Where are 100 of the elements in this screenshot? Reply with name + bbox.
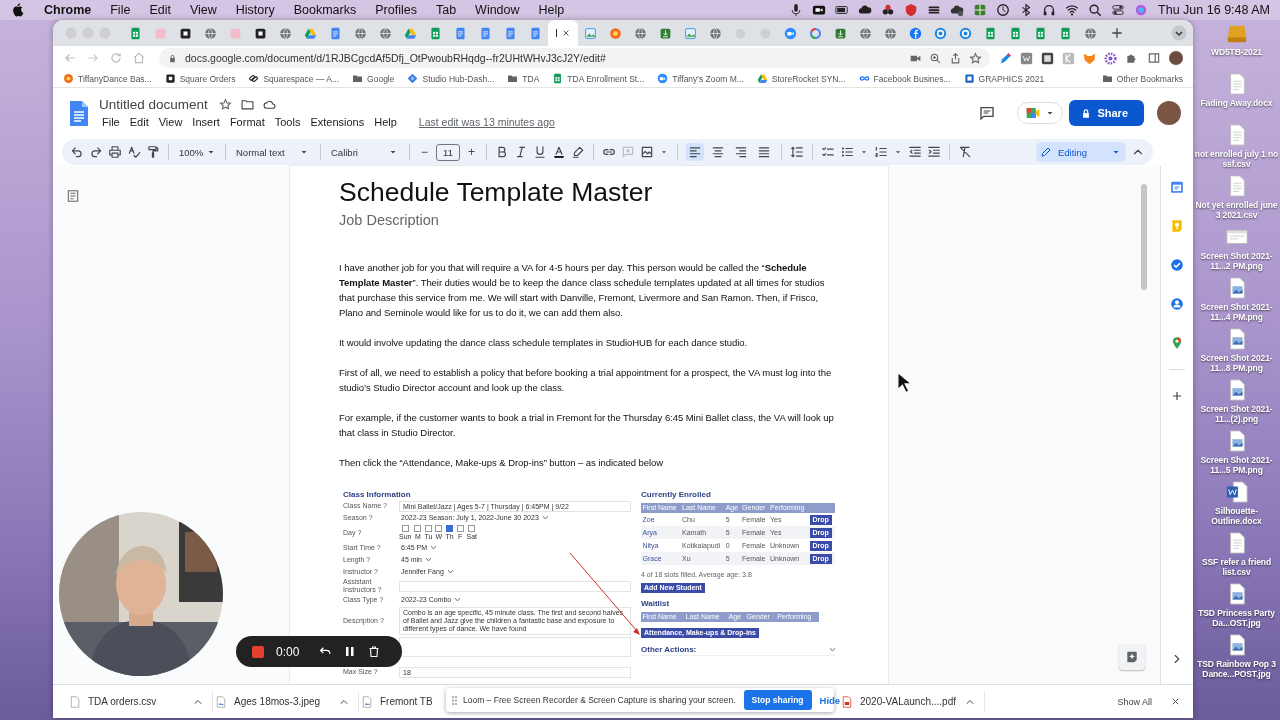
download-item[interactable]: Ages 18mos-3.jpeg — [213, 691, 359, 712]
image-icon[interactable] — [640, 145, 655, 159]
paint-format-icon[interactable] — [146, 145, 160, 159]
clear-format-icon[interactable] — [958, 145, 973, 159]
editing-mode-dropdown[interactable]: Editing — [1036, 142, 1126, 162]
bookmark[interactable]: Studio Hub-Dash... — [407, 73, 495, 84]
checkbox[interactable] — [468, 525, 476, 532]
menu-item[interactable]: Extensions — [305, 115, 370, 129]
hide-link[interactable]: Hide — [819, 694, 841, 706]
search-icon[interactable] — [1088, 3, 1103, 17]
download-item[interactable]: Fremont TB — [359, 691, 445, 712]
menu-item[interactable]: Bookmarks — [293, 3, 357, 17]
bookmark[interactable]: Tiffany's Zoom M... — [657, 73, 744, 84]
plus-icon[interactable] — [1109, 25, 1125, 41]
tab-search-icon[interactable] — [1171, 25, 1187, 41]
menu-item[interactable]: Help — [369, 115, 402, 129]
checkbox[interactable] — [424, 525, 432, 532]
menu-item[interactable]: Tab — [435, 3, 457, 17]
cloud-icon[interactable] — [262, 98, 276, 111]
battery-icon[interactable] — [835, 3, 850, 17]
style-dropdown[interactable]: Normal text — [234, 146, 312, 158]
checklist-icon[interactable] — [821, 145, 836, 159]
menu-item[interactable]: File — [97, 115, 125, 129]
menu-item[interactable]: Edit — [149, 3, 171, 17]
bookmark[interactable]: Google — [352, 73, 395, 84]
grid-icon[interactable] — [973, 3, 988, 17]
checkbox[interactable] — [414, 525, 422, 532]
comment-icon[interactable] — [979, 105, 996, 121]
highlighter-icon[interactable] — [571, 145, 586, 159]
menu-item[interactable]: File — [110, 3, 131, 17]
print-icon[interactable] — [108, 145, 122, 159]
menu-item[interactable]: View — [189, 3, 217, 17]
close-icon[interactable] — [1170, 696, 1181, 707]
undo-icon[interactable] — [70, 145, 84, 159]
font-size-field[interactable]: 11 — [436, 143, 460, 161]
menu-item[interactable]: Help — [538, 3, 565, 17]
menu-item[interactable]: History — [235, 3, 275, 17]
tasks-icon[interactable] — [1170, 258, 1184, 272]
checkbox[interactable] — [456, 525, 464, 532]
menu-item[interactable]: Insert — [187, 115, 225, 129]
bookmark[interactable]: GRAPHICS 2021 — [963, 73, 1045, 84]
gear-icon[interactable] — [1104, 51, 1117, 65]
docs-logo[interactable] — [69, 99, 89, 127]
increase-indent-icon[interactable] — [927, 145, 942, 159]
bookmark[interactable]: StoreRocket SYN... — [756, 73, 846, 84]
download-item[interactable]: TDA orders.csv — [67, 691, 213, 712]
other-actions-dropdown[interactable]: Other Actions: — [641, 645, 835, 656]
toggles-icon[interactable] — [1111, 3, 1126, 17]
download-item[interactable]: 2020-VALaunch....pdf — [839, 691, 985, 712]
cloud-icon[interactable] — [950, 3, 965, 17]
document-title-field[interactable]: Untitled document — [97, 97, 210, 112]
sidebar-icon[interactable] — [1147, 51, 1161, 65]
menu-item[interactable]: Window — [475, 3, 520, 17]
headphones-icon[interactable] — [1042, 3, 1057, 17]
calendar-icon[interactable] — [1170, 180, 1184, 194]
orb-icon[interactable] — [1134, 3, 1149, 17]
line-spacing-icon[interactable] — [790, 145, 805, 159]
font-dropdown[interactable]: Calibri — [329, 146, 401, 158]
justify-icon[interactable] — [757, 145, 772, 159]
fox-icon[interactable] — [1083, 51, 1096, 65]
cloud-icon[interactable] — [858, 3, 873, 17]
scrollbar-thumb[interactable] — [1141, 184, 1147, 290]
align-right-icon[interactable] — [734, 145, 749, 159]
checkbox[interactable] — [435, 525, 443, 532]
share-button[interactable]: Share — [1069, 100, 1144, 126]
bookmark[interactable]: TDA Enrollment St... — [552, 73, 645, 84]
app-menu[interactable]: Chrome — [44, 3, 92, 17]
explore-button[interactable] — [1119, 644, 1145, 670]
last-edit-link[interactable]: Last edit was 13 minutes ago — [418, 116, 555, 128]
bulleted-list-icon[interactable] — [840, 145, 855, 159]
zoom-dropdown[interactable]: 100% — [177, 146, 217, 158]
map-pin-icon[interactable] — [1170, 336, 1184, 350]
align-center-icon[interactable] — [711, 145, 726, 159]
plus-icon[interactable] — [1170, 389, 1184, 403]
clock-icon[interactable] — [996, 3, 1011, 17]
numbered-list-icon[interactable] — [874, 145, 889, 159]
wifi-icon[interactable] — [1065, 3, 1080, 17]
menu-item[interactable]: Format — [224, 115, 270, 129]
spellcheck-icon[interactable] — [127, 145, 141, 159]
redo-icon[interactable] — [89, 145, 103, 159]
menu-item[interactable]: View — [153, 115, 188, 129]
bookmark[interactable]: Facebook Busines... — [858, 73, 951, 84]
browser-tab[interactable]: I — [548, 20, 578, 46]
close-icon[interactable] — [561, 28, 572, 38]
align-left-icon[interactable] — [688, 145, 703, 159]
trash-icon[interactable] — [368, 645, 381, 658]
word-document-icon[interactable] — [1225, 481, 1248, 503]
menu-item[interactable]: Tools — [269, 115, 306, 129]
bookmark-folder[interactable]: Other Bookmarks — [1101, 73, 1183, 84]
decrease-size-button[interactable]: − — [418, 145, 431, 159]
pause-icon[interactable] — [344, 645, 357, 658]
zoom-icon[interactable] — [929, 51, 942, 65]
menu-bar-clock[interactable]: Thu Jun 16 9:48 AM — [1158, 3, 1270, 17]
contacts-icon[interactable] — [1170, 297, 1184, 311]
shield-icon[interactable] — [904, 3, 919, 17]
input-field[interactable] — [399, 580, 631, 592]
underline-icon[interactable] — [533, 145, 548, 159]
star-icon[interactable] — [218, 98, 232, 111]
drag-handle-icon[interactable] — [452, 694, 457, 706]
video-icon[interactable] — [812, 3, 827, 17]
